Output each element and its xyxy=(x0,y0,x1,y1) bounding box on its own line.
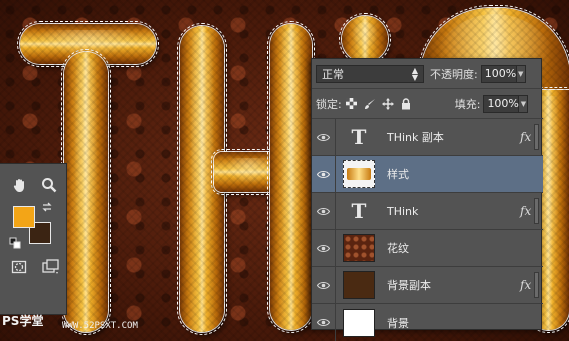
eye-icon xyxy=(317,318,330,327)
letter-h-right-stem xyxy=(267,21,315,333)
visibility-toggle[interactable] xyxy=(312,230,336,266)
opacity-input[interactable]: 100% xyxy=(480,64,517,83)
fill-value: 100% xyxy=(487,97,519,110)
quick-mask-button[interactable] xyxy=(8,256,30,278)
lock-position-button[interactable] xyxy=(381,97,395,111)
layer-row-pattern[interactable]: 花纹 xyxy=(312,230,543,267)
watermark-ps-xuetang: PS学堂 xyxy=(2,314,44,328)
zoom-tool-button[interactable] xyxy=(38,174,60,196)
effects-expand-toggle[interactable] xyxy=(534,124,539,150)
visibility-toggle[interactable] xyxy=(312,267,336,303)
eye-icon xyxy=(317,170,330,178)
visibility-toggle[interactable] xyxy=(312,156,336,192)
layer-name: THink xyxy=(387,204,419,218)
eye-icon xyxy=(317,207,330,215)
lock-label: 锁定: xyxy=(316,97,342,111)
eye-icon xyxy=(317,133,330,141)
blend-mode-value: 正常 xyxy=(322,67,344,81)
pattern-layer-thumbnail xyxy=(343,234,375,262)
eye-icon xyxy=(317,281,330,289)
layer-effects-icon[interactable]: fx xyxy=(520,204,534,218)
blend-row: 正常 ▲ ▼ 不透明度: 100% ▼ xyxy=(312,59,543,89)
layers-panel: 正常 ▲ ▼ 不透明度: 100% ▼ 锁定: 填充: 100% ▼ T THi… xyxy=(311,58,543,341)
think-mini-artwork xyxy=(347,168,371,180)
magnifier-icon xyxy=(42,178,57,193)
lock-transparent-pixels-button[interactable] xyxy=(345,97,359,111)
brush-icon xyxy=(364,98,375,109)
screen-mode-icon xyxy=(42,259,59,274)
chevron-down-icon: ▼ xyxy=(518,69,524,78)
letter-i-dot xyxy=(339,13,391,65)
layer-row-style[interactable]: 样式 xyxy=(312,156,543,193)
visibility-toggle[interactable] xyxy=(312,119,336,155)
layer-name: 样式 xyxy=(387,168,409,181)
lock-all-button[interactable] xyxy=(399,97,413,111)
tools-panel xyxy=(0,163,67,315)
opacity-value: 100% xyxy=(484,67,517,80)
watermark-url: WWW.52PSXT.COM xyxy=(62,321,138,331)
layer-effects-icon[interactable]: fx xyxy=(520,130,534,144)
eye-icon xyxy=(317,244,330,252)
hand-icon xyxy=(13,179,24,192)
default-colors-icon xyxy=(9,237,21,249)
layer-row-think[interactable]: T THink fx xyxy=(312,193,543,230)
visibility-toggle[interactable] xyxy=(312,193,336,229)
lock-image-pixels-button[interactable] xyxy=(363,97,377,111)
fill-input[interactable]: 100% xyxy=(483,94,520,113)
layer-name: 背景副本 xyxy=(387,279,431,292)
layer-name: 背景 xyxy=(387,316,409,330)
text-layer-icon: T xyxy=(351,199,367,223)
layer-effects-icon[interactable]: fx xyxy=(520,278,534,292)
hand-tool-button[interactable] xyxy=(9,174,31,196)
layer-row-background[interactable]: 背景 xyxy=(312,304,543,341)
move-icon xyxy=(381,97,394,110)
foreground-color-swatch[interactable] xyxy=(13,206,35,228)
layer-name: THink 副本 xyxy=(387,131,444,144)
swap-arrows-icon xyxy=(42,202,52,212)
opacity-label: 不透明度: xyxy=(430,67,478,81)
opacity-dropdown-button[interactable]: ▼ xyxy=(516,64,526,83)
letter-t-stem xyxy=(61,49,111,335)
screen-mode-button[interactable] xyxy=(40,256,62,278)
lock-row: 锁定: 填充: 100% ▼ xyxy=(312,89,543,119)
up-down-arrow-icon: ▲ ▼ xyxy=(411,65,418,82)
effects-expand-toggle[interactable] xyxy=(534,272,539,298)
text-layer-icon: T xyxy=(351,125,367,149)
style-layer-thumbnail xyxy=(343,160,375,188)
chevron-down-icon: ▼ xyxy=(520,99,527,108)
swap-colors-button[interactable] xyxy=(40,200,54,214)
layer-row-background-copy[interactable]: 背景副本 fx xyxy=(312,267,543,304)
visibility-toggle[interactable] xyxy=(312,304,336,341)
quick-mask-icon xyxy=(11,260,27,274)
checkerboard-icon xyxy=(346,98,358,109)
layer-name: 花纹 xyxy=(387,242,409,255)
white-layer-thumbnail xyxy=(343,308,375,337)
brown-layer-thumbnail xyxy=(343,271,375,299)
blend-mode-select[interactable]: 正常 ▲ ▼ xyxy=(316,64,424,83)
layer-row-think-copy[interactable]: T THink 副本 fx xyxy=(312,119,543,156)
padlock-icon xyxy=(401,97,410,109)
fill-dropdown-button[interactable]: ▼ xyxy=(519,94,529,113)
fill-label: 填充: xyxy=(454,97,481,111)
effects-expand-toggle[interactable] xyxy=(534,198,539,224)
default-colors-button[interactable] xyxy=(8,236,22,250)
